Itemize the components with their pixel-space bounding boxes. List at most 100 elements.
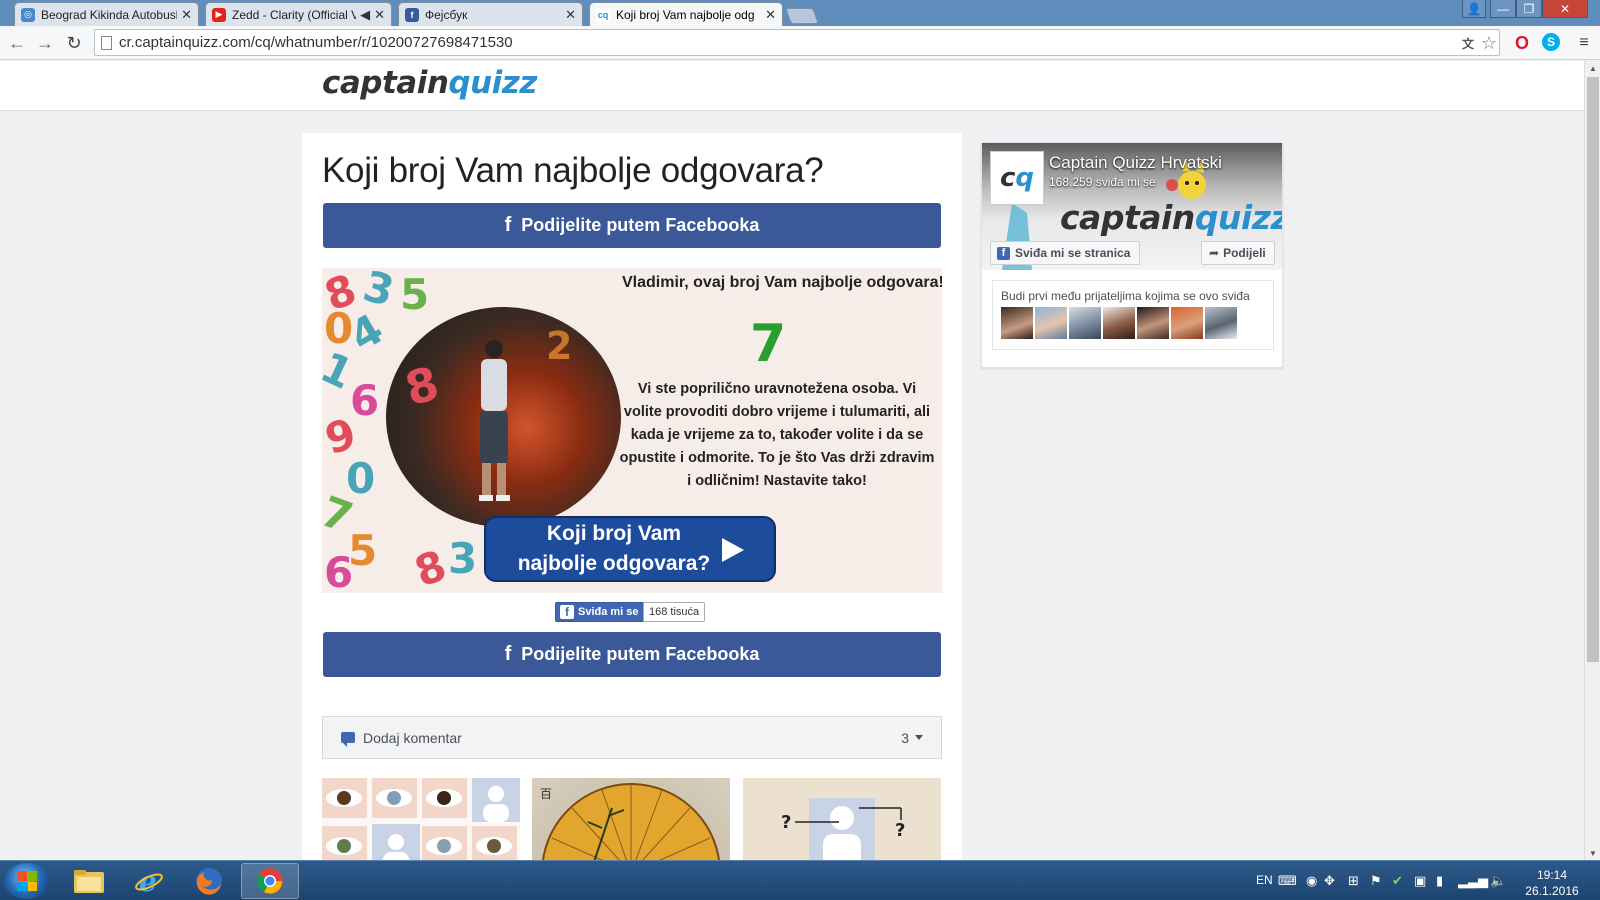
dropbox-icon[interactable]: ✥: [1324, 873, 1335, 889]
friend-avatar[interactable]: [1205, 307, 1237, 339]
menu-icon[interactable]: ≡: [1574, 33, 1594, 53]
minimize-icon[interactable]: —: [1490, 0, 1516, 18]
scroll-up-arrow-icon[interactable]: ▲: [1585, 61, 1600, 75]
friend-avatar[interactable]: [1171, 307, 1203, 339]
network-signal-icon[interactable]: ▂▃▅: [1458, 873, 1488, 889]
captainquizz-favicon-icon: cq: [596, 7, 610, 22]
security-icon[interactable]: ✔: [1392, 873, 1403, 889]
bookmark-star-icon[interactable]: ☆: [1479, 33, 1499, 53]
share-arrow-icon: ➦: [1209, 246, 1220, 260]
facebook-icon: f: [504, 214, 512, 236]
friend-avatar[interactable]: [1137, 307, 1169, 339]
new-tab-button[interactable]: [785, 8, 819, 24]
facebook-page-widget: cq Captain Quizz Hrvatski 168.259 sviđa …: [981, 142, 1283, 368]
close-icon[interactable]: ✕: [374, 7, 385, 23]
battery-icon[interactable]: ▮: [1436, 873, 1443, 889]
back-arrow-icon[interactable]: ←: [6, 32, 28, 54]
svg-text:?: ?: [895, 820, 905, 841]
app-tray-icon[interactable]: ◉: [1306, 873, 1317, 889]
related-quiz-thumbnail[interactable]: 百: [532, 778, 730, 873]
tab-title: Beograd Kikinda Autobusk: [41, 7, 178, 22]
share-page-label: Podijeli: [1223, 246, 1266, 260]
fan-thumbnail-image: 百: [540, 783, 722, 873]
browser-tab-3[interactable]: f Фејсбук ✕: [398, 2, 583, 26]
browser-tab-2[interactable]: ▶ Zedd - Clarity (Official V ◀ ✕: [205, 2, 392, 26]
opera-extension-icon[interactable]: O: [1512, 33, 1532, 53]
keyboard-icon[interactable]: ⌨: [1278, 873, 1297, 889]
close-icon[interactable]: ✕: [565, 7, 576, 23]
friends-like-text: Budi prvi među prijateljima kojima se ov…: [1001, 289, 1250, 303]
url-text: cr.captainquizz.com/cq/whatnumber/r/1020…: [119, 34, 513, 51]
cta-line-1: Koji broj Vam: [546, 522, 682, 545]
facebook-icon: f: [405, 7, 419, 22]
family-tree-thumbnail-image: ? ?: [743, 778, 941, 873]
volume-icon[interactable]: 🔈: [1490, 873, 1506, 889]
system-clock[interactable]: 19:14 26.1.2016: [1515, 867, 1589, 899]
page-scrollbar[interactable]: ▲ ▼: [1584, 61, 1600, 860]
display-icon[interactable]: ▣: [1414, 873, 1426, 889]
facebook-icon: f: [560, 605, 574, 619]
speaker-icon[interactable]: ◀: [360, 7, 370, 23]
reload-icon[interactable]: ↻: [63, 32, 85, 54]
facebook-share-button-bottom[interactable]: f Podijelite putem Facebooka: [323, 632, 941, 677]
facebook-icon: f: [997, 246, 1010, 260]
taskbar-firefox[interactable]: [180, 863, 238, 899]
friend-avatar[interactable]: [1001, 307, 1033, 339]
skype-extension-icon[interactable]: S: [1542, 33, 1560, 51]
cover-logo: captainquizz: [1060, 198, 1282, 237]
like-label: Sviđa mi se: [578, 606, 639, 618]
page-likes-count: 168.259 sviđa mi se: [1049, 175, 1156, 189]
restore-icon[interactable]: ❐: [1516, 0, 1542, 18]
action-center-flag-icon[interactable]: ⚑: [1370, 873, 1382, 889]
browser-tab-4[interactable]: cq Koji broj Vam najbolje odg ✕: [589, 2, 783, 26]
person-silhouette: [479, 340, 510, 501]
chevron-down-icon[interactable]: [915, 735, 923, 740]
forward-arrow-icon[interactable]: →: [34, 32, 56, 54]
cta-line-2: najbolje odgovara?: [517, 552, 711, 575]
translate-icon[interactable]: 文: [1458, 33, 1478, 53]
page-profile-picture[interactable]: cq: [990, 151, 1044, 205]
address-bar[interactable]: cr.captainquizz.com/cq/whatnumber/r/1020…: [94, 29, 1500, 56]
share-button-label: Podijelite putem Facebooka: [521, 215, 760, 235]
windows-taskbar: e EN ⌨ ◉ ✥ ⊞ ⚑ ✔ ▣ ▮ ▂▃▅ 🔈 19:14 26.1.20…: [0, 860, 1600, 900]
scrollbar-thumb[interactable]: [1587, 77, 1599, 662]
captainquizz-logo[interactable]: captainquizz: [322, 65, 537, 101]
close-icon[interactable]: ✕: [181, 7, 192, 23]
comments-bar[interactable]: Dodaj komentar 3: [322, 716, 942, 759]
share-page-button[interactable]: ➦ Podijeli: [1201, 241, 1275, 265]
tab-title: Zedd - Clarity (Official V: [232, 7, 357, 22]
close-icon[interactable]: ✕: [765, 7, 776, 23]
related-quiz-thumbnail[interactable]: ? ?: [743, 778, 941, 873]
friend-avatar[interactable]: [1103, 307, 1135, 339]
svg-text:百: 百: [540, 787, 552, 801]
firefox-icon: [196, 868, 222, 895]
windows-tray-icon[interactable]: ⊞: [1348, 873, 1359, 889]
window-close-icon[interactable]: ✕: [1542, 0, 1588, 18]
user-profile-icon[interactable]: 👤: [1462, 0, 1486, 18]
facebook-share-button-top[interactable]: f Podijelite putem Facebooka: [323, 203, 941, 248]
taskbar-chrome[interactable]: [241, 863, 299, 899]
folder-icon: [74, 870, 104, 893]
page-icon: [101, 36, 112, 50]
add-comment-label: Dodaj komentar: [363, 729, 462, 746]
browser-tab-1[interactable]: ◎ Beograd Kikinda Autobusk ✕: [14, 2, 199, 26]
taskbar-explorer[interactable]: [60, 863, 118, 899]
scroll-down-arrow-icon[interactable]: ▼: [1585, 846, 1600, 860]
friend-avatar[interactable]: [1035, 307, 1067, 339]
tab-title: Koji broj Vam najbolje odg: [616, 7, 755, 22]
browser-tab-strip: ◎ Beograd Kikinda Autobusk ✕ ▶ Zedd - Cl…: [0, 0, 1600, 26]
taskbar-internet-explorer[interactable]: e: [120, 863, 178, 899]
facebook-like-button[interactable]: f Sviđa mi se: [555, 602, 644, 622]
language-indicator[interactable]: EN: [1256, 873, 1273, 887]
related-quiz-thumbnail[interactable]: [322, 778, 520, 873]
profile-photo: 8 2: [386, 307, 621, 527]
like-page-button[interactable]: f Sviđa mi se stranica: [990, 241, 1140, 265]
page-name-link[interactable]: Captain Quizz Hrvatski: [1049, 153, 1222, 173]
tab-title: Фејсбук: [425, 7, 468, 22]
facebook-cover-image: cq Captain Quizz Hrvatski 168.259 sviđa …: [982, 143, 1282, 270]
youtube-icon: ▶: [212, 7, 226, 22]
take-quiz-banner-button[interactable]: Koji broj Vam najbolje odgovara?: [484, 516, 776, 582]
start-button[interactable]: [4, 863, 50, 899]
eyes-thumbnail-image: [322, 778, 520, 873]
friend-avatar[interactable]: [1069, 307, 1101, 339]
